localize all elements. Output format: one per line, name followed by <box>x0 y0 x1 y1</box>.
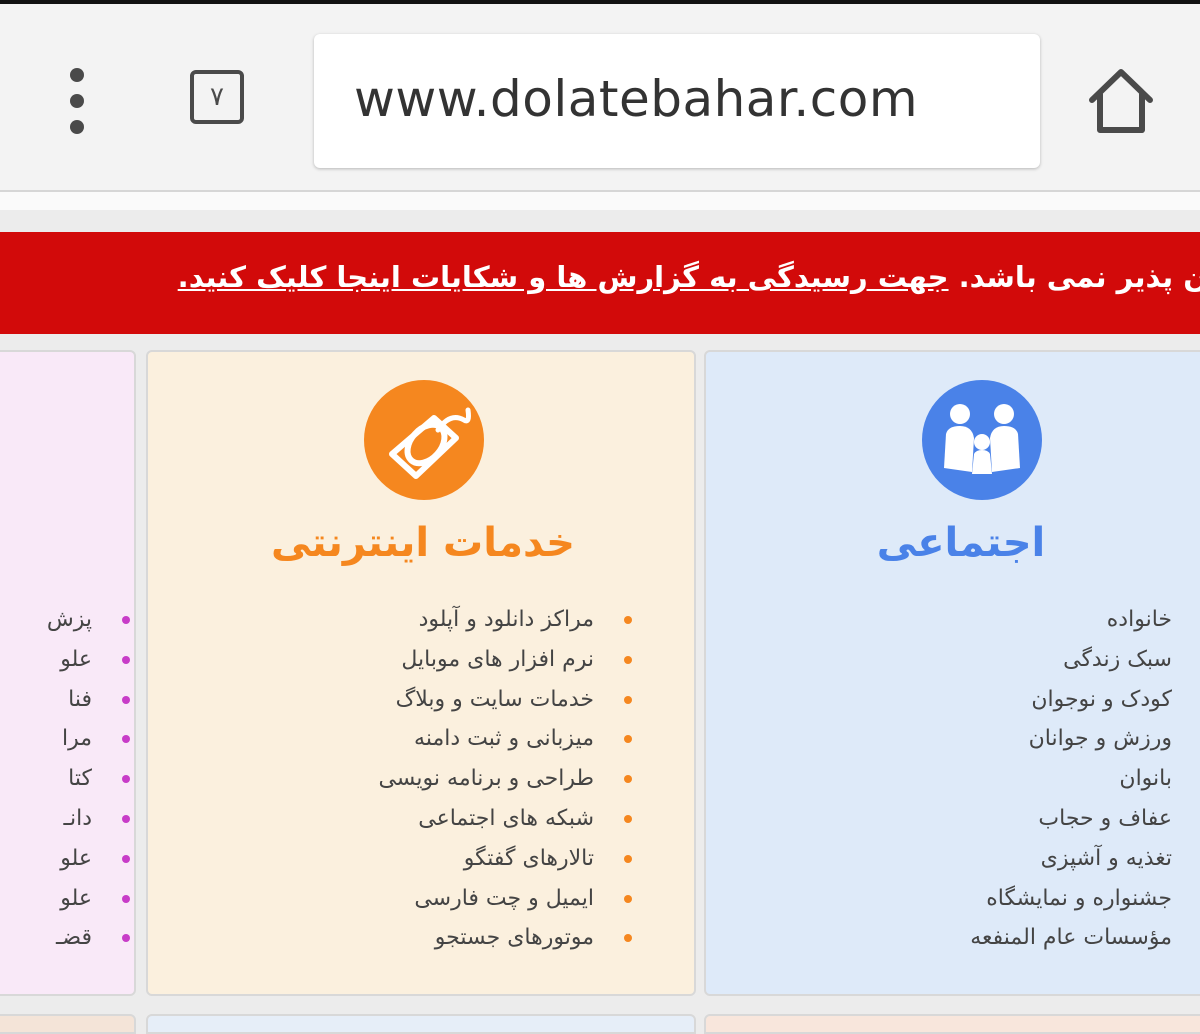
tabs-counter-icon[interactable]: ٧ <box>190 70 244 124</box>
list-item-label: خانواده <box>1106 607 1172 632</box>
list-item-label: ورزش و جوانان <box>1028 726 1172 752</box>
bullet-icon <box>122 655 130 664</box>
list-item[interactable]: پزش <box>47 600 130 640</box>
bullet-icon <box>122 854 130 863</box>
list-item-label: قضـ <box>55 925 92 951</box>
report-link[interactable]: جهت رسیدگی به گزارش ها و شکایات اینجا کل… <box>178 260 949 294</box>
list-item-label: کودک و نوجوان <box>1031 686 1172 712</box>
address-bar[interactable]: www.dolatebahar.com <box>314 34 1040 168</box>
list-item-label: شبکه های اجتماعی <box>418 805 594 831</box>
list-item[interactable]: خانواده <box>970 600 1200 640</box>
list-item[interactable]: قضـ <box>47 918 130 958</box>
list-item[interactable]: میزبانی و ثبت دامنه <box>378 719 632 759</box>
list-item[interactable]: عفاف و حجاب <box>970 799 1200 839</box>
notice-banner: ن پذیر نمی باشد. جهت رسیدگی به گزارش ها … <box>0 232 1200 334</box>
next-row-panel-mid <box>146 1014 696 1034</box>
list-item[interactable]: تالارهای گفتگو <box>378 839 632 879</box>
list-item[interactable]: بانوان <box>970 759 1200 799</box>
left-category-list: پزش علو فنا مرا کتا دانـ علو علو قضـ <box>47 600 130 958</box>
bullet-icon <box>122 894 130 903</box>
list-item[interactable]: ورزش و جوانان <box>970 719 1200 759</box>
list-item-label: کتا <box>68 766 92 792</box>
next-row-panel-left <box>0 1014 136 1034</box>
bullet-icon <box>624 616 632 624</box>
list-item-label: سبک زندگی <box>1063 646 1172 672</box>
list-item[interactable]: نرم افزار های موبایل <box>378 640 632 680</box>
list-item[interactable]: مؤسسات عام المنفعه <box>970 918 1200 958</box>
list-item-label: مرا <box>61 726 92 752</box>
social-title[interactable]: اجتماعی <box>706 520 1200 566</box>
category-panel-internet: خدمات اینترنتی مراکز دانلود و آپلود نرم ا… <box>146 350 696 996</box>
internet-services-list: مراکز دانلود و آپلود نرم افزار های موبایل… <box>378 600 632 958</box>
bullet-icon <box>122 695 130 704</box>
list-item[interactable]: مرا <box>47 719 130 759</box>
list-item[interactable]: علو <box>47 640 130 680</box>
bullet-icon <box>624 655 632 664</box>
mouse-icon <box>364 380 484 500</box>
list-item[interactable]: سبک زندگی <box>970 640 1200 680</box>
list-item-label: میزبانی و ثبت دامنه <box>414 726 594 752</box>
list-item-label: مؤسسات عام المنفعه <box>970 925 1172 951</box>
list-item-label: نرم افزار های موبایل <box>401 646 594 672</box>
list-item[interactable]: خدمات سایت و وبلاگ <box>378 680 632 720</box>
list-item-label: طراحی و برنامه نویسی <box>378 766 594 792</box>
list-item[interactable]: کودک و نوجوان <box>970 680 1200 720</box>
next-row-panel-right <box>704 1014 1200 1034</box>
list-item[interactable]: شبکه های اجتماعی <box>378 799 632 839</box>
bullet-icon <box>624 934 632 943</box>
bullet-icon <box>624 814 632 823</box>
list-item-label: علو <box>60 885 92 911</box>
list-item[interactable]: فنا <box>47 680 130 720</box>
list-item-label: جشنواره و نمایشگاه <box>986 885 1172 911</box>
list-item-label: مراکز دانلود و آپلود <box>418 607 594 632</box>
bullet-icon <box>122 934 130 943</box>
list-item[interactable]: تغذیه و آشپزی <box>970 839 1200 879</box>
list-item-label: بانوان <box>1119 766 1172 792</box>
bullet-icon <box>122 775 130 784</box>
list-item-label: عفاف و حجاب <box>1038 805 1172 831</box>
list-item-label: علو <box>60 845 92 871</box>
bullet-icon <box>122 814 130 823</box>
bullet-icon <box>624 735 632 744</box>
home-icon[interactable] <box>1086 64 1156 136</box>
list-item[interactable]: دانـ <box>47 799 130 839</box>
category-panel-social: اجتماعی خانواده سبک زندگی کودک و نوجوان ورز… <box>704 350 1200 996</box>
list-item-label: موتورهای جستجو <box>434 925 594 951</box>
url-text: www.dolatebahar.com <box>354 70 919 128</box>
internet-services-title[interactable]: خدمات اینترنتی <box>148 520 694 566</box>
list-item-label: فنا <box>68 686 92 712</box>
list-item[interactable]: جشنواره و نمایشگاه <box>970 879 1200 919</box>
bullet-icon <box>624 894 632 903</box>
list-item[interactable]: ایمیل و چت فارسی <box>378 879 632 919</box>
list-item-label: پزش <box>46 607 92 632</box>
list-item[interactable]: مراکز دانلود و آپلود <box>378 600 632 640</box>
family-icon <box>922 380 1042 500</box>
page-top-spacer <box>0 192 1200 210</box>
list-item-label: دانـ <box>63 805 92 831</box>
list-item-label: ایمیل و چت فارسی <box>414 885 594 911</box>
list-item[interactable]: علو <box>47 839 130 879</box>
browser-toolbar: ٧ www.dolatebahar.com <box>0 4 1200 190</box>
social-list: خانواده سبک زندگی کودک و نوجوان ورزش و جوان… <box>970 600 1200 958</box>
list-item[interactable]: علو <box>47 879 130 919</box>
list-item[interactable]: طراحی و برنامه نویسی <box>378 759 632 799</box>
bullet-icon <box>624 775 632 784</box>
list-item-label: تالارهای گفتگو <box>463 845 594 871</box>
bullet-icon <box>122 616 130 624</box>
list-item-label: علو <box>60 646 92 672</box>
list-item-label: خدمات سایت و وبلاگ <box>395 686 594 712</box>
banner-text: ن پذیر نمی باشد. جهت رسیدگی به گزارش ها … <box>177 260 1200 294</box>
list-item-label: تغذیه و آشپزی <box>1040 845 1172 871</box>
bullet-icon <box>624 854 632 863</box>
list-item[interactable]: موتورهای جستجو <box>378 918 632 958</box>
bullet-icon <box>122 735 130 744</box>
category-panel-left: پزش علو فنا مرا کتا دانـ علو علو قضـ <box>0 350 136 996</box>
list-item[interactable]: کتا <box>47 759 130 799</box>
bullet-icon <box>624 695 632 704</box>
kebab-menu-icon[interactable] <box>60 66 94 136</box>
